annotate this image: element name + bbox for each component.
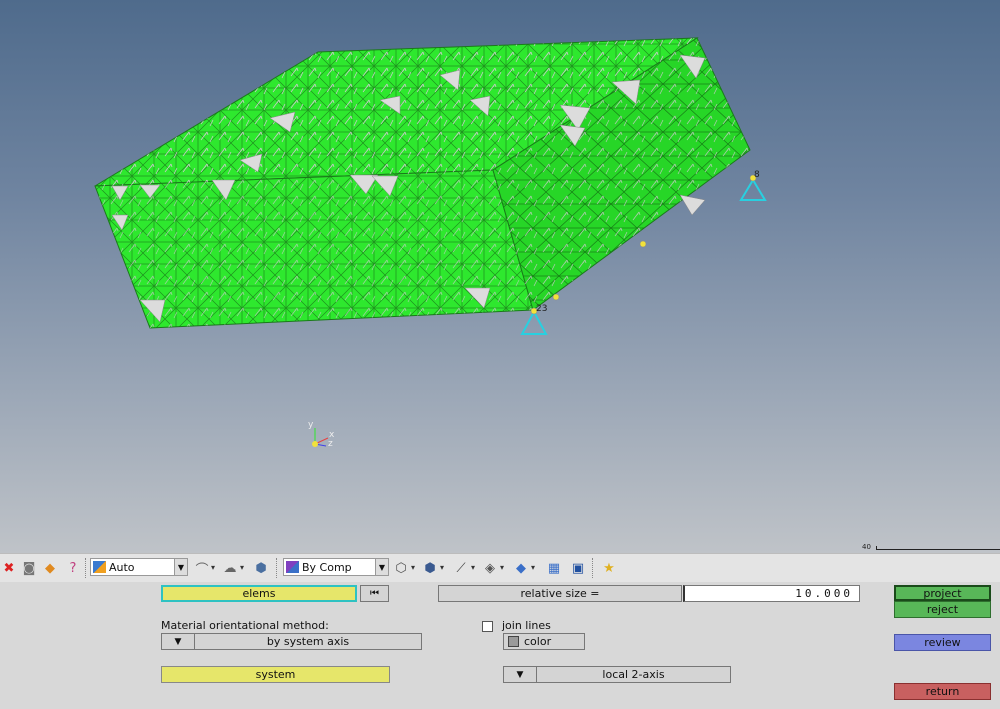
shaded-icon: [93, 561, 106, 573]
axis-z-label: z: [328, 439, 333, 449]
visualization-toolbar: ✖ ◙ ◆ ? Auto ▼ ⌒ ▾ ☁ ▾ ⬢ By Comp ▼ ⬡ ▾ ⬢…: [0, 553, 1000, 583]
line-icon[interactable]: ⟋: [452, 559, 470, 577]
join-lines-checkbox[interactable]: [482, 621, 493, 632]
dropdown-arrow-icon[interactable]: ▾: [211, 563, 215, 572]
dropdown-arrow-icon[interactable]: ▾: [531, 563, 535, 572]
chevron-down-icon: ▼: [375, 559, 388, 575]
return-button[interactable]: return: [894, 683, 991, 700]
help-icon[interactable]: ?: [64, 559, 82, 577]
vis-mode-value: Auto: [109, 560, 135, 574]
elems-selector[interactable]: elems: [161, 585, 357, 602]
scale-label: 40: [862, 543, 871, 551]
component-icon: [286, 561, 299, 573]
mesh-part[interactable]: 8 23: [94, 37, 767, 335]
color-button-label: color: [524, 635, 552, 648]
shapes-icon[interactable]: ◆: [41, 559, 59, 577]
color-mode-value: By Comp: [302, 560, 352, 574]
caret-down-icon: ▼: [162, 634, 195, 649]
surface-icon[interactable]: ☁: [221, 559, 239, 577]
toolbar-separator: [85, 558, 88, 578]
monitor-icon[interactable]: ▣: [569, 559, 587, 577]
plane-icon[interactable]: ◈: [481, 559, 499, 577]
axis-dropdown[interactable]: ▼ local 2-axis: [503, 666, 731, 683]
graphics-viewport[interactable]: 8 23 y x z 40: [0, 0, 1000, 553]
method-value: by system axis: [266, 635, 350, 648]
scale-bar: [876, 546, 1000, 550]
fe-model-view[interactable]: 8 23 y x z: [0, 0, 1000, 553]
delete-icon[interactable]: ✖: [0, 559, 18, 577]
reset-selection-button[interactable]: ⏮: [360, 585, 389, 602]
method-dropdown[interactable]: ▼ by system axis: [161, 633, 422, 650]
mesh-shaded-icon[interactable]: ⬢: [421, 559, 439, 577]
axis-y-label: y: [308, 420, 314, 430]
vis-mode-dropdown[interactable]: Auto ▼: [90, 558, 188, 576]
global-axis-triad: y x z: [308, 420, 335, 449]
color-mode-dropdown[interactable]: By Comp ▼: [283, 558, 389, 576]
curve-icon[interactable]: ⌒: [193, 559, 211, 578]
dropdown-arrow-icon[interactable]: ▾: [440, 563, 444, 572]
color-swatch: [508, 636, 519, 647]
axis-value: local 2-axis: [602, 668, 665, 681]
relative-size-input[interactable]: 10.000: [683, 585, 860, 602]
dropdown-arrow-icon[interactable]: ▾: [471, 563, 475, 572]
grid-icon[interactable]: ▦: [545, 559, 563, 577]
review-button[interactable]: review: [894, 634, 991, 651]
join-lines-label: join lines: [502, 619, 551, 632]
chevron-down-icon: ▼: [174, 559, 187, 575]
element-icon[interactable]: ◆: [512, 559, 530, 577]
cylinder-icon[interactable]: ◙: [20, 559, 38, 577]
system-selector[interactable]: system: [161, 666, 390, 683]
material-method-label: Material orientational method:: [161, 619, 329, 632]
toolbar-separator: [592, 558, 595, 578]
reject-button[interactable]: reject: [894, 601, 991, 618]
color-button[interactable]: color: [503, 633, 585, 650]
relative-size-button[interactable]: relative size =: [438, 585, 682, 602]
dropdown-arrow-icon[interactable]: ▾: [500, 563, 504, 572]
node-label: 8: [754, 170, 760, 180]
toolbar-separator: [276, 558, 279, 578]
star-icon[interactable]: ★: [600, 559, 618, 577]
caret-down-icon: ▼: [504, 667, 537, 682]
project-button[interactable]: project: [894, 585, 991, 601]
material-orientation-panel: elems ⏮ relative size = 10.000 Material …: [0, 582, 1000, 709]
solid-icon[interactable]: ⬢: [252, 559, 270, 577]
dropdown-arrow-icon[interactable]: ▾: [240, 563, 244, 572]
dropdown-arrow-icon[interactable]: ▾: [411, 563, 415, 572]
wireframe-icon[interactable]: ⬡: [392, 559, 410, 577]
node-label: 23: [536, 304, 547, 314]
